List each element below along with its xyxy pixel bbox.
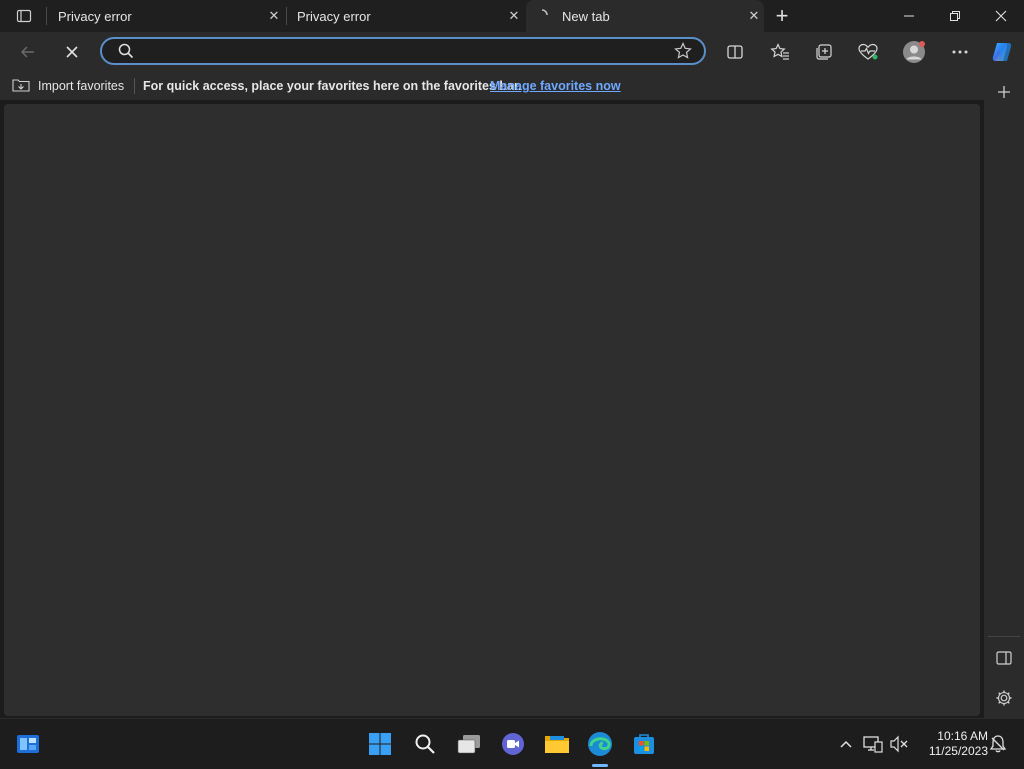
start-button-windows-icon[interactable] [364, 728, 396, 760]
profile-avatar[interactable] [898, 36, 930, 68]
active-app-indicator [592, 764, 608, 767]
loading-icon [536, 8, 562, 24]
tab-new-tab[interactable]: New tab ✕ [526, 0, 764, 32]
tab-close-icon[interactable]: ✕ [504, 8, 524, 24]
search-icon [118, 43, 134, 64]
more-options-button[interactable] [944, 36, 976, 68]
tab-title: New tab [562, 8, 610, 24]
tab-close-icon[interactable]: ✕ [744, 8, 764, 24]
favorite-star-icon[interactable] [674, 42, 692, 65]
add-sidebar-app-button[interactable] [988, 76, 1020, 108]
notification-bell-icon[interactable] [982, 728, 1014, 760]
import-favorites-button[interactable]: Import favorites [12, 72, 124, 100]
hide-sidebar-button[interactable] [988, 642, 1020, 674]
edge-browser-icon[interactable] [584, 728, 616, 760]
file-explorer-icon[interactable] [541, 728, 573, 760]
tab-strip: Privacy error ✕ Privacy error ✕ New tab … [0, 0, 1024, 32]
restore-button[interactable] [932, 0, 978, 32]
task-view-icon[interactable] [453, 728, 485, 760]
tab-title: Privacy error [58, 8, 132, 24]
close-window-button[interactable] [978, 0, 1024, 32]
favorites-bar: Import favorites For quick access, place… [0, 72, 1024, 100]
clock-time: 10:16 AM [937, 729, 988, 743]
volume-muted-icon[interactable] [883, 728, 915, 760]
copilot-icon[interactable] [986, 36, 1018, 68]
tab-actions-icon[interactable] [8, 0, 40, 32]
favorites-bar-divider [134, 78, 135, 94]
new-tab-button[interactable]: + [766, 0, 798, 32]
collections-button[interactable] [808, 36, 840, 68]
minimize-button[interactable] [886, 0, 932, 32]
tab-title: Privacy error [297, 8, 371, 24]
favorites-bar-prompt: For quick access, place your favorites h… [143, 79, 522, 93]
sidebar-divider [988, 636, 1020, 637]
plus-icon: + [775, 3, 789, 28]
split-screen-button[interactable] [719, 36, 751, 68]
folder-import-icon [12, 78, 38, 95]
taskbar-search-icon[interactable] [409, 728, 441, 760]
tab-privacy-error-2[interactable]: Privacy error ✕ [288, 0, 524, 32]
windows-taskbar: 10:16 AM 11/25/2023 [0, 718, 1024, 769]
sidebar-settings-gear-icon[interactable] [988, 682, 1020, 714]
tab-separator [46, 7, 47, 25]
back-button[interactable] [12, 36, 44, 68]
tab-privacy-error-1[interactable]: Privacy error ✕ [48, 0, 284, 32]
address-bar[interactable] [100, 37, 706, 65]
edge-sidebar [984, 72, 1024, 718]
favorites-button[interactable] [764, 36, 796, 68]
address-input[interactable] [142, 41, 666, 63]
import-favorites-label: Import favorites [38, 79, 125, 93]
navigation-toolbar [0, 32, 1024, 72]
tab-close-icon[interactable]: ✕ [264, 8, 284, 24]
teams-chat-icon[interactable] [497, 728, 529, 760]
widgets-icon[interactable] [12, 728, 44, 760]
clock-date: 11/25/2023 [928, 744, 988, 758]
page-content [4, 104, 980, 716]
manage-favorites-link[interactable]: Manage favorites now [490, 79, 621, 93]
clock[interactable]: 10:16 AM 11/25/2023 [912, 729, 988, 759]
browser-essentials-button[interactable] [852, 36, 884, 68]
tab-separator [286, 7, 287, 25]
stop-loading-button[interactable] [56, 36, 88, 68]
microsoft-store-icon[interactable] [628, 728, 660, 760]
